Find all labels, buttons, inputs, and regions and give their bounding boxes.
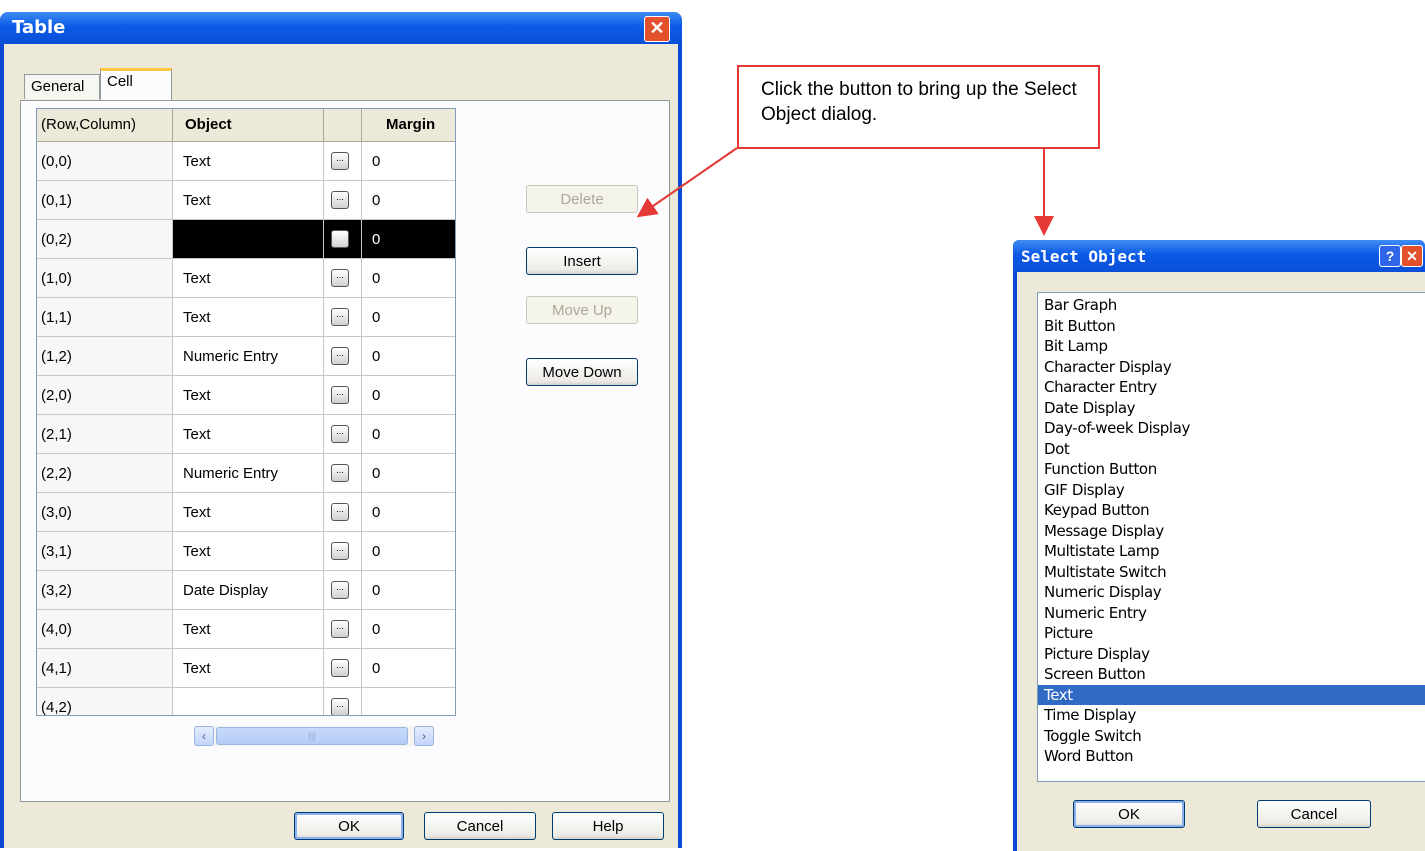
select-dialog-close-icon[interactable]: ✕ (1401, 245, 1423, 267)
select-ok-button[interactable]: OK (1073, 800, 1185, 828)
select-object-dialog: Select Object ? ✕ Bar Graph Bit Button Bit… (1013, 240, 1425, 851)
list-item[interactable]: Time Display (1038, 705, 1425, 726)
list-item[interactable]: Toggle Switch (1038, 726, 1425, 747)
list-item[interactable]: Numeric Entry (1038, 603, 1425, 624)
list-item[interactable]: Multistate Lamp (1038, 541, 1425, 562)
list-item[interactable]: Dot (1038, 439, 1425, 460)
list-item[interactable]: Function Button (1038, 459, 1425, 480)
list-item[interactable]: Day-of-week Display (1038, 418, 1425, 439)
list-item[interactable]: Bar Graph (1038, 295, 1425, 316)
list-item[interactable]: Character Display (1038, 357, 1425, 378)
select-dialog-client: Bar Graph Bit Button Bit Lamp Character Dis… (1017, 272, 1425, 851)
select-dialog-title: Select Object (1021, 247, 1147, 266)
select-cancel-button[interactable]: Cancel (1257, 800, 1371, 828)
object-list: Bar Graph Bit Button Bit Lamp Character Dis… (1038, 293, 1425, 767)
list-item[interactable]: Text (1038, 684, 1425, 705)
list-item[interactable]: Picture Display (1038, 644, 1425, 665)
list-item[interactable]: Bit Button (1038, 316, 1425, 337)
list-item[interactable]: Multistate Switch (1038, 562, 1425, 583)
arrow-to-insert (636, 147, 738, 218)
list-item[interactable]: Date Display (1038, 398, 1425, 419)
list-item[interactable]: Character Entry (1038, 377, 1425, 398)
callout-box: Click the button to bring up the Select … (737, 65, 1100, 149)
callout-text: Click the button to bring up the Select … (761, 79, 1077, 125)
list-item[interactable]: GIF Display (1038, 480, 1425, 501)
list-item[interactable]: Keypad Button (1038, 500, 1425, 521)
help-icon[interactable]: ? (1379, 245, 1401, 267)
list-item[interactable]: Picture (1038, 623, 1425, 644)
list-item[interactable]: Message Display (1038, 521, 1425, 542)
list-item[interactable]: Numeric Display (1038, 582, 1425, 603)
object-listbox[interactable]: Bar Graph Bit Button Bit Lamp Character Dis… (1037, 292, 1425, 782)
list-item[interactable]: Word Button (1038, 746, 1425, 767)
list-item[interactable]: Screen Button (1038, 664, 1425, 685)
list-item[interactable]: Bit Lamp (1038, 336, 1425, 357)
select-dialog-titlebar[interactable]: Select Object ? ✕ (1013, 240, 1425, 272)
